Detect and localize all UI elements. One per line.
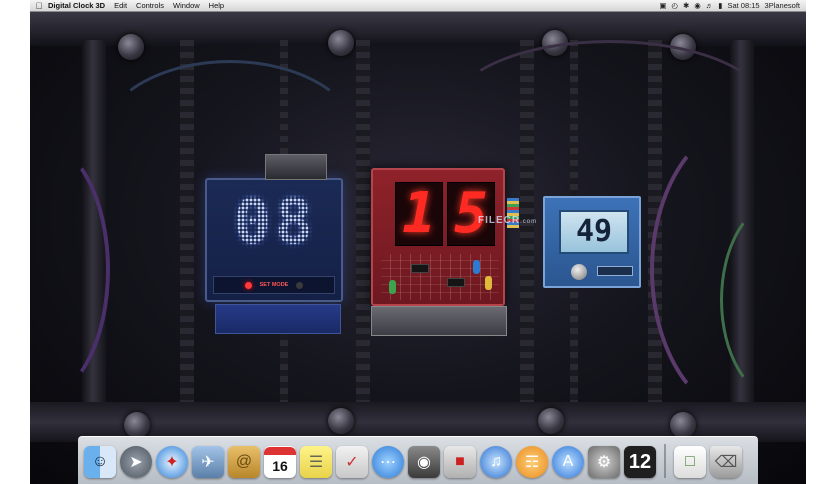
minutes-display-panel: 1 5 (371, 168, 519, 336)
app-status-icon[interactable]: ▣ (659, 1, 666, 10)
hours-value: 08 (233, 185, 317, 258)
hours-strip-label: SET MODE (259, 282, 289, 288)
hours-control-strip: SET MODE (213, 276, 335, 294)
minutes-panel-base (371, 306, 507, 336)
letterbox-right (806, 0, 836, 484)
calendar-day: 16 (272, 458, 288, 474)
led-indicator (244, 281, 252, 289)
menubar-clock[interactable]: Sat 08:15 (727, 1, 759, 10)
seconds-value: 49 (559, 210, 629, 254)
menu-edit[interactable]: Edit (114, 1, 127, 10)
number-tile-value: 12 (628, 450, 652, 473)
bluetooth-icon[interactable]: ✱ (683, 1, 689, 10)
calendar-icon[interactable]: 16 (264, 446, 296, 478)
rail-decoration (356, 40, 370, 410)
hours-display-panel: 08 SET MODE (205, 154, 343, 334)
volume-icon[interactable]: ♬ (706, 1, 714, 10)
minutes-circuit (381, 254, 499, 300)
app-store-icon[interactable]: A (552, 446, 584, 478)
minutes-tens-digit: 1 (395, 182, 443, 246)
connector-component (597, 266, 633, 276)
digital-clock-3d-dock-icon[interactable]: 12 (624, 446, 656, 478)
system-preferences-icon[interactable]: ⚙ (588, 446, 620, 478)
ibooks-icon[interactable]: ☶ (516, 446, 548, 478)
menu-window[interactable]: Window (173, 1, 200, 10)
bolt-decoration (538, 408, 564, 434)
menu-controls[interactable]: Controls (136, 1, 164, 10)
bolt-decoration (328, 408, 354, 434)
led-indicator (296, 281, 304, 289)
contacts-icon[interactable]: @ (228, 446, 260, 478)
watermark-text: FILECR (478, 215, 521, 226)
wifi-icon[interactable]: ◉ (694, 1, 701, 10)
launchpad-icon[interactable]: ➤ (120, 446, 152, 478)
knob-component (571, 264, 587, 280)
battery-icon[interactable]: ▮ (718, 1, 722, 10)
trash-icon[interactable]: ⌫ (710, 446, 742, 478)
menu-help[interactable]: Help (209, 1, 224, 10)
notes-icon[interactable]: ☰ (300, 446, 332, 478)
document-icon[interactable]: □ (674, 446, 706, 478)
facetime-icon[interactable]: ◉ (408, 446, 440, 478)
user-menu[interactable]: 3Planesoft (765, 1, 800, 10)
letterbox-left (0, 0, 30, 484)
seconds-display-panel: 49 (543, 196, 641, 288)
reminders-icon[interactable]: ✓ (336, 446, 368, 478)
time-machine-icon[interactable]: ◴ (671, 1, 678, 10)
app-menu[interactable]: Digital Clock 3D (48, 1, 105, 10)
messages-icon[interactable]: ⋯ (372, 446, 404, 478)
desktop-screen:  Digital Clock 3D Edit Controls Window … (30, 0, 806, 484)
finder-icon[interactable]: ☺ (84, 446, 116, 478)
mail-icon[interactable]: ✈ (192, 446, 224, 478)
safari-icon[interactable]: ✦ (156, 446, 188, 478)
dock-separator (664, 444, 666, 478)
hours-panel-clip (265, 154, 327, 180)
dock: ☺ ➤ ✦ ✈ @ 16 ☰ ✓ ⋯ ◉ ■ ♫ ☶ A ⚙ 12 □ ⌫ (78, 436, 758, 484)
watermark: FILECR.com (478, 215, 537, 226)
bolt-decoration (328, 30, 354, 56)
bolt-decoration (118, 34, 144, 60)
apple-menu-icon[interactable]:  (30, 1, 48, 11)
bolt-decoration (124, 412, 150, 438)
minutes-ones-digit: 5 (447, 182, 495, 246)
capacitor-component (473, 260, 480, 274)
menu-bar:  Digital Clock 3D Edit Controls Window … (30, 0, 806, 12)
hours-circuit-board (215, 304, 341, 334)
minutes-segment-display: 1 5 (395, 182, 495, 246)
itunes-icon[interactable]: ♫ (480, 446, 512, 478)
watermark-suffix: .com (520, 219, 538, 225)
bolt-decoration (670, 412, 696, 438)
chip-component (447, 278, 465, 287)
status-area: ▣ ◴ ✱ ◉ ♬ ▮ Sat 08:15 3Planesoft (659, 1, 800, 10)
chip-component (411, 264, 429, 273)
capacitor-component (389, 280, 396, 294)
photo-booth-icon[interactable]: ■ (444, 446, 476, 478)
capacitor-component (485, 276, 492, 290)
